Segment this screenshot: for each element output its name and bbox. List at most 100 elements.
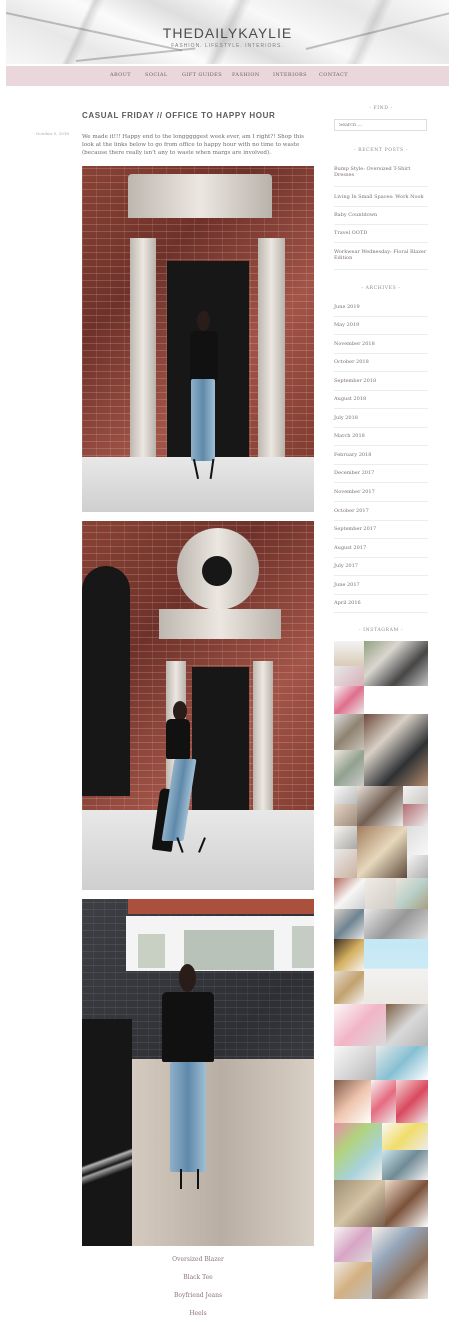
recent-posts-title: - RECENT POSTS - (353, 148, 409, 153)
archive-link[interactable]: November 2017 (334, 489, 428, 495)
instagram-photo[interactable] (334, 878, 365, 909)
instagram-photo[interactable] (334, 1227, 372, 1262)
archive-link[interactable]: October 2017 (334, 508, 428, 514)
post-photo[interactable] (82, 899, 314, 1246)
archive-link[interactable]: September 2018 (334, 378, 428, 384)
instagram-photo[interactable] (334, 849, 357, 878)
archive-link[interactable]: July 2018 (334, 415, 428, 421)
instagram-photo[interactable] (407, 826, 428, 855)
instagram-photo[interactable] (382, 1123, 428, 1150)
archive-link[interactable]: September 2017 (334, 526, 428, 532)
nav-about[interactable]: ABOUT (110, 72, 131, 78)
shop-link-boyfriend-jeans[interactable]: Boyfriend Jeans (82, 1292, 314, 1299)
instagram-photo[interactable] (334, 826, 357, 849)
archive-link[interactable]: August 2017 (334, 545, 428, 551)
nav-contact[interactable]: CONTACT (319, 72, 348, 78)
instagram-photo[interactable] (372, 1227, 428, 1299)
nav-gift-guides[interactable]: GIFT GUIDES (182, 72, 222, 78)
nav-interiors[interactable]: INTERIORS (273, 72, 307, 78)
marble-vein (75, 47, 196, 62)
archive-link[interactable]: December 2017 (334, 470, 428, 476)
instagram-photo[interactable] (334, 1123, 382, 1180)
archive-link[interactable]: November 2018 (334, 341, 428, 347)
archive-link[interactable]: May 2019 (334, 322, 428, 328)
instagram-photo[interactable] (334, 909, 364, 939)
instagram-photo[interactable] (334, 641, 364, 666)
recent-post-link[interactable]: Baby Countdown (334, 212, 428, 218)
instagram-photo[interactable] (382, 1150, 428, 1180)
recent-post-link[interactable]: Living In Small Spaces: Work Nook (334, 194, 428, 200)
post-title[interactable]: CASUAL FRIDAY // OFFICE TO HAPPY HOUR (82, 111, 314, 120)
instagram-photo[interactable] (334, 1262, 372, 1299)
sidebar-divider (334, 594, 428, 595)
nav-social[interactable]: SOCIAL (145, 72, 168, 78)
window-pane (138, 934, 165, 968)
archive-link[interactable]: June 2017 (334, 582, 428, 588)
instagram-photo[interactable] (334, 971, 364, 1004)
archive-link[interactable]: October 2018 (334, 359, 428, 365)
shop-link-heels[interactable]: Heels (82, 1310, 314, 1317)
instagram-photo[interactable] (334, 750, 364, 786)
instagram-photo[interactable] (334, 1180, 385, 1227)
shop-link-oversized-blazer[interactable]: Oversized Blazer (82, 1256, 314, 1263)
instagram-photo[interactable] (364, 939, 428, 1004)
instagram-photo[interactable] (407, 855, 428, 878)
stone-pediment (128, 174, 272, 218)
instagram-photo[interactable] (396, 878, 428, 909)
sidebar-divider (334, 408, 428, 409)
sidebar-divider (334, 334, 428, 335)
instagram-photo[interactable] (403, 804, 428, 826)
recent-post-link[interactable]: Workwear Wednesday: Floral Blazer Editio… (334, 249, 428, 262)
red-window-trim (128, 899, 314, 914)
instagram-title: - INSTAGRAM - (358, 628, 404, 633)
stone-column-right (258, 238, 285, 472)
instagram-photo[interactable] (334, 666, 364, 686)
instagram-photo[interactable] (364, 909, 428, 939)
archive-link[interactable]: February 2018 (334, 452, 428, 458)
primary-navigation: ABOUT SOCIAL GIFT GUIDES FASHION INTERIO… (6, 66, 449, 86)
sidebar-divider (334, 538, 428, 539)
post-intro: We made it!!! Happy end to the longgggge… (82, 133, 305, 156)
shop-link-black-tee[interactable]: Black Tee (82, 1274, 314, 1281)
instagram-photo[interactable] (334, 714, 364, 750)
instagram-photo[interactable] (364, 641, 428, 686)
archive-link[interactable]: August 2018 (334, 396, 428, 402)
sidebar-divider (334, 501, 428, 502)
archive-link[interactable]: April 2016 (334, 600, 428, 606)
instagram-photo[interactable] (334, 804, 357, 826)
instagram-photo[interactable] (364, 714, 428, 786)
instagram-photo[interactable] (396, 1080, 428, 1123)
instagram-photo[interactable] (334, 786, 357, 804)
instagram-photo[interactable] (385, 1180, 428, 1227)
sidebar-divider (334, 371, 428, 372)
search-input[interactable] (334, 119, 427, 131)
instagram-photo[interactable] (334, 1046, 376, 1080)
sidebar-divider (334, 224, 428, 225)
site-title[interactable]: THEDAILYKAYLIE (6, 25, 449, 41)
instagram-photo[interactable] (365, 878, 396, 909)
instagram-photo[interactable] (334, 1080, 371, 1123)
sidebar-divider (334, 316, 428, 317)
sidebar-divider (334, 612, 428, 613)
post-photo[interactable] (82, 521, 314, 890)
post-photo[interactable] (82, 166, 314, 512)
recent-post-link[interactable]: Travel OOTD (334, 230, 428, 236)
recent-post-link[interactable]: Bump Style: Oversized T-Shirt Dresses (334, 166, 428, 179)
round-window (202, 556, 232, 586)
instagram-photo[interactable] (357, 786, 403, 826)
instagram-photo[interactable] (386, 1004, 428, 1046)
nav-fashion[interactable]: FASHION (232, 72, 260, 78)
instagram-photo[interactable] (403, 786, 428, 804)
archive-link[interactable]: July 2017 (334, 563, 428, 569)
instagram-photo[interactable] (334, 939, 364, 971)
instagram-photo[interactable] (376, 1046, 428, 1080)
instagram-photo[interactable] (371, 1080, 396, 1123)
sidebar-divider (334, 186, 428, 187)
instagram-photo[interactable] (357, 826, 407, 878)
archives-title: - ARCHIVES - (361, 286, 401, 291)
instagram-photo[interactable] (334, 686, 364, 714)
archive-link[interactable]: March 2018 (334, 433, 428, 439)
archive-link[interactable]: June 2019 (334, 304, 428, 310)
instagram-photo[interactable] (334, 1004, 386, 1046)
arched-door (82, 566, 130, 796)
